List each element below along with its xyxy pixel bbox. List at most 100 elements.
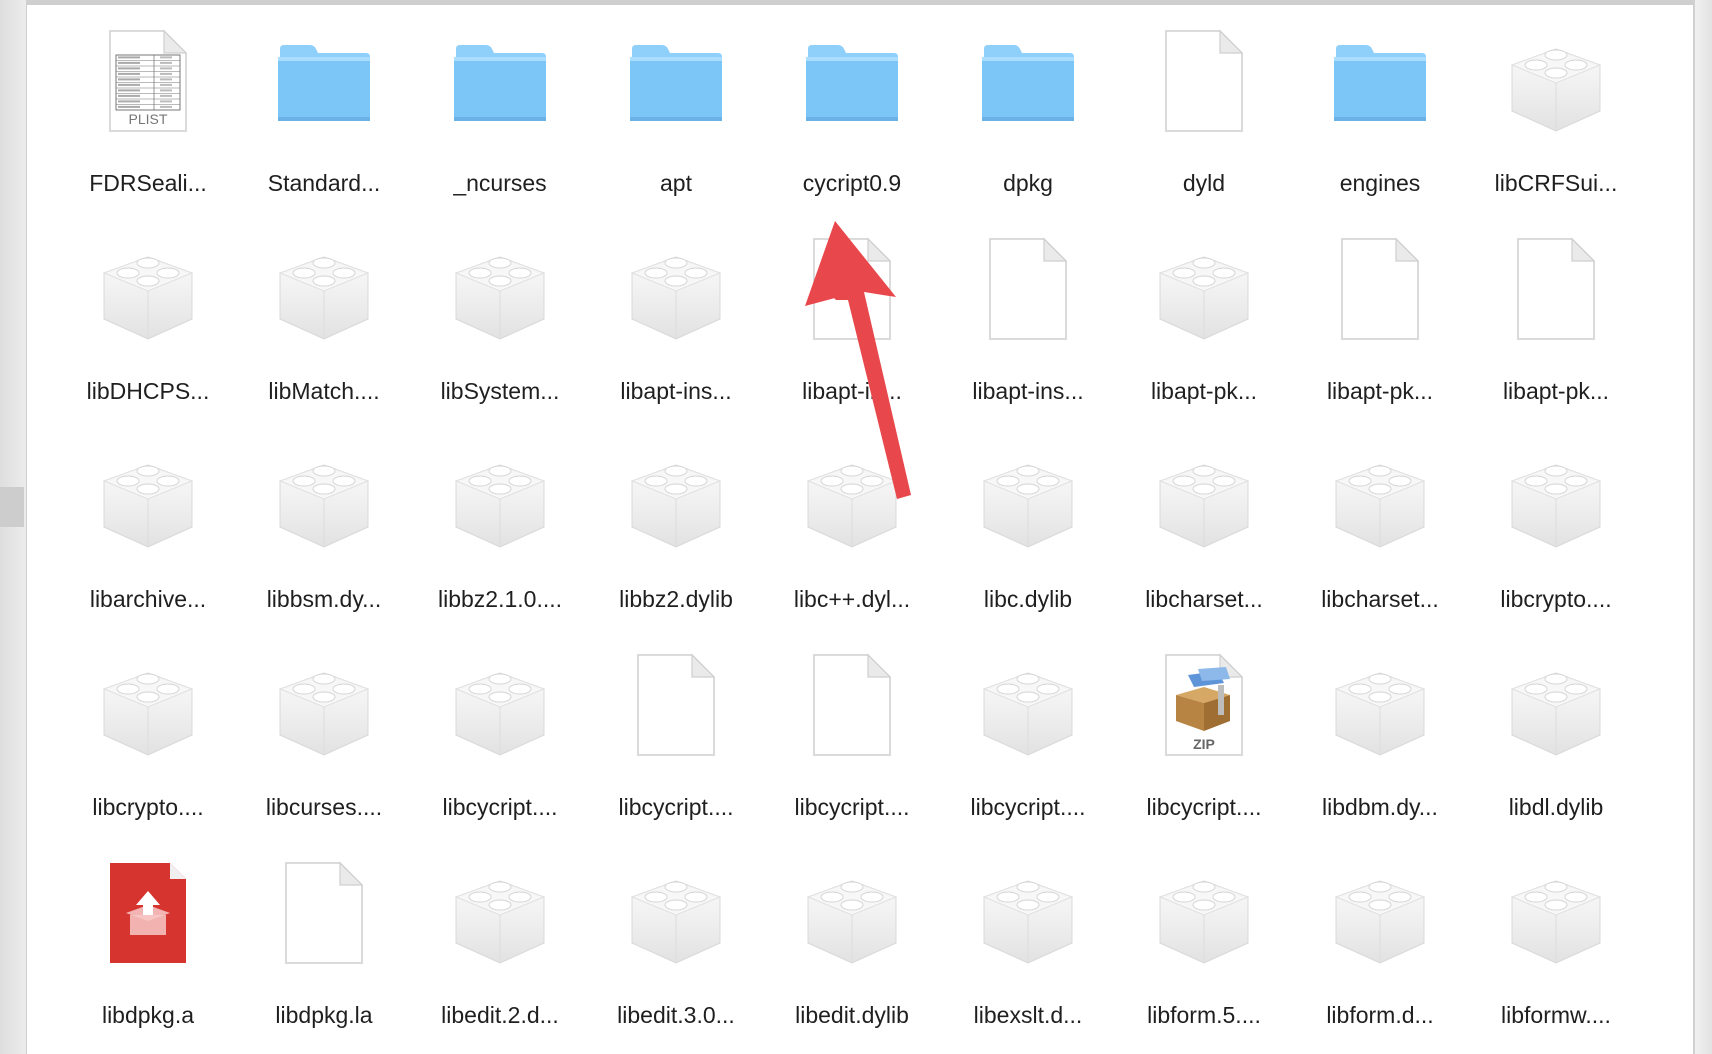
file-item[interactable]: dpkg: [940, 5, 1116, 213]
library-lego-icon: [1330, 857, 1430, 969]
file-name: libapt-pk...: [1502, 378, 1610, 404]
file-item[interactable]: libdbm.dy...: [1292, 629, 1468, 837]
file-item[interactable]: libedit.3.0...: [588, 837, 764, 1045]
file-name: libbz2.dylib: [619, 586, 733, 612]
vertical-scrollbar[interactable]: [1694, 0, 1712, 1054]
library-lego-icon: [1506, 649, 1606, 761]
file-item[interactable]: engines: [1292, 5, 1468, 213]
file-item[interactable]: libbz2.1.0....: [412, 421, 588, 629]
file-item[interactable]: libbsm.dy...: [236, 421, 412, 629]
file-name: libcurses....: [265, 794, 383, 820]
file-name: libMatch....: [268, 378, 380, 404]
file-item[interactable]: libapt-ins...: [588, 213, 764, 421]
file-item[interactable]: libSystem...: [412, 213, 588, 421]
file-item[interactable]: libcharset...: [1292, 421, 1468, 629]
file-item[interactable]: libc++.dyl...: [764, 421, 940, 629]
file-name: libapt-in...: [802, 378, 902, 404]
file-item[interactable]: libDHCPS...: [60, 213, 236, 421]
blank-file-icon: [274, 857, 374, 969]
icon-caption: PLIST: [129, 111, 168, 127]
file-name: libapt-ins...: [972, 378, 1084, 404]
library-lego-icon: [802, 857, 902, 969]
file-item[interactable]: libcycript....: [588, 629, 764, 837]
plist-file-icon: PLIST: [98, 25, 198, 137]
file-item[interactable]: _ncurses: [412, 5, 588, 213]
file-item[interactable]: libapt-pk...: [1468, 213, 1644, 421]
file-item[interactable]: libform.d...: [1292, 837, 1468, 1045]
sidebar-resize-handle[interactable]: [0, 487, 24, 527]
file-item[interactable]: libapt-ins...: [940, 213, 1116, 421]
file-name: libapt-pk...: [1150, 378, 1258, 404]
file-name: libexslt.d...: [973, 1002, 1083, 1028]
file-item[interactable]: libapt-in...: [764, 213, 940, 421]
file-item[interactable]: libform.5....: [1116, 837, 1292, 1045]
file-name: libc++.dyl...: [793, 586, 911, 612]
file-item[interactable]: libdl.dylib: [1468, 629, 1644, 837]
file-name: _ncurses: [453, 170, 547, 196]
library-lego-icon: [626, 857, 726, 969]
archive-red-icon: [98, 857, 198, 969]
file-name: libCRFSui...: [1494, 170, 1618, 196]
blank-file-icon: [802, 233, 902, 345]
file-item[interactable]: libdpkg.a: [60, 837, 236, 1045]
file-item[interactable]: libdpkg.la: [236, 837, 412, 1045]
file-item[interactable]: libformw....: [1468, 837, 1644, 1045]
sidebar-edge: [0, 0, 27, 1054]
library-lego-icon: [978, 857, 1078, 969]
blank-file-icon: [1154, 25, 1254, 137]
file-item[interactable]: libarchive...: [60, 421, 236, 629]
file-name: libDHCPS...: [86, 378, 210, 404]
file-item[interactable]: libcrypto....: [60, 629, 236, 837]
file-name: libSystem...: [440, 378, 560, 404]
file-item[interactable]: ZIP libcycript....: [1116, 629, 1292, 837]
file-item[interactable]: libcrypto....: [1468, 421, 1644, 629]
file-name: dpkg: [1003, 170, 1053, 196]
library-lego-icon: [450, 857, 550, 969]
file-name: libarchive...: [89, 586, 207, 612]
file-name: apt: [660, 170, 692, 196]
file-name: cycript0.9: [802, 170, 902, 196]
file-item[interactable]: libexslt.d...: [940, 837, 1116, 1045]
file-item[interactable]: libapt-pk...: [1116, 213, 1292, 421]
library-lego-icon: [450, 441, 550, 553]
file-grid: PLIST FDRSeali... Standard... _ncurses a…: [60, 5, 1644, 1045]
library-lego-icon: [450, 233, 550, 345]
file-item[interactable]: libMatch....: [236, 213, 412, 421]
file-name: libform.d...: [1326, 1002, 1434, 1028]
blank-file-icon: [1330, 233, 1430, 345]
file-name: libcycript....: [442, 794, 558, 820]
library-lego-icon: [98, 233, 198, 345]
file-item[interactable]: libcharset...: [1116, 421, 1292, 629]
file-item[interactable]: libapt-pk...: [1292, 213, 1468, 421]
blank-file-icon: [626, 649, 726, 761]
file-item[interactable]: apt: [588, 5, 764, 213]
file-name: libapt-ins...: [620, 378, 732, 404]
file-item[interactable]: libedit.dylib: [764, 837, 940, 1045]
library-lego-icon: [978, 649, 1078, 761]
file-item[interactable]: Standard...: [236, 5, 412, 213]
file-item[interactable]: libcycript....: [940, 629, 1116, 837]
file-item[interactable]: dyld: [1116, 5, 1292, 213]
folder-icon: [802, 25, 902, 137]
folder-icon: [450, 25, 550, 137]
file-item[interactable]: libcycript....: [412, 629, 588, 837]
library-lego-icon: [802, 441, 902, 553]
library-lego-icon: [1506, 25, 1606, 137]
library-lego-icon: [274, 233, 374, 345]
file-item[interactable]: libcurses....: [236, 629, 412, 837]
file-item[interactable]: PLIST FDRSeali...: [60, 5, 236, 213]
blank-file-icon: [1506, 233, 1606, 345]
file-item[interactable]: libedit.2.d...: [412, 837, 588, 1045]
file-name: libapt-pk...: [1326, 378, 1434, 404]
file-name: libdbm.dy...: [1322, 794, 1438, 820]
library-lego-icon: [626, 233, 726, 345]
blank-file-icon: [978, 233, 1078, 345]
file-item[interactable]: libbz2.dylib: [588, 421, 764, 629]
file-item[interactable]: libc.dylib: [940, 421, 1116, 629]
file-item[interactable]: cycript0.9: [764, 5, 940, 213]
library-lego-icon: [978, 441, 1078, 553]
file-item[interactable]: libcycript....: [764, 629, 940, 837]
file-name: libdpkg.la: [275, 1002, 373, 1028]
library-lego-icon: [1506, 441, 1606, 553]
file-item[interactable]: libCRFSui...: [1468, 5, 1644, 213]
